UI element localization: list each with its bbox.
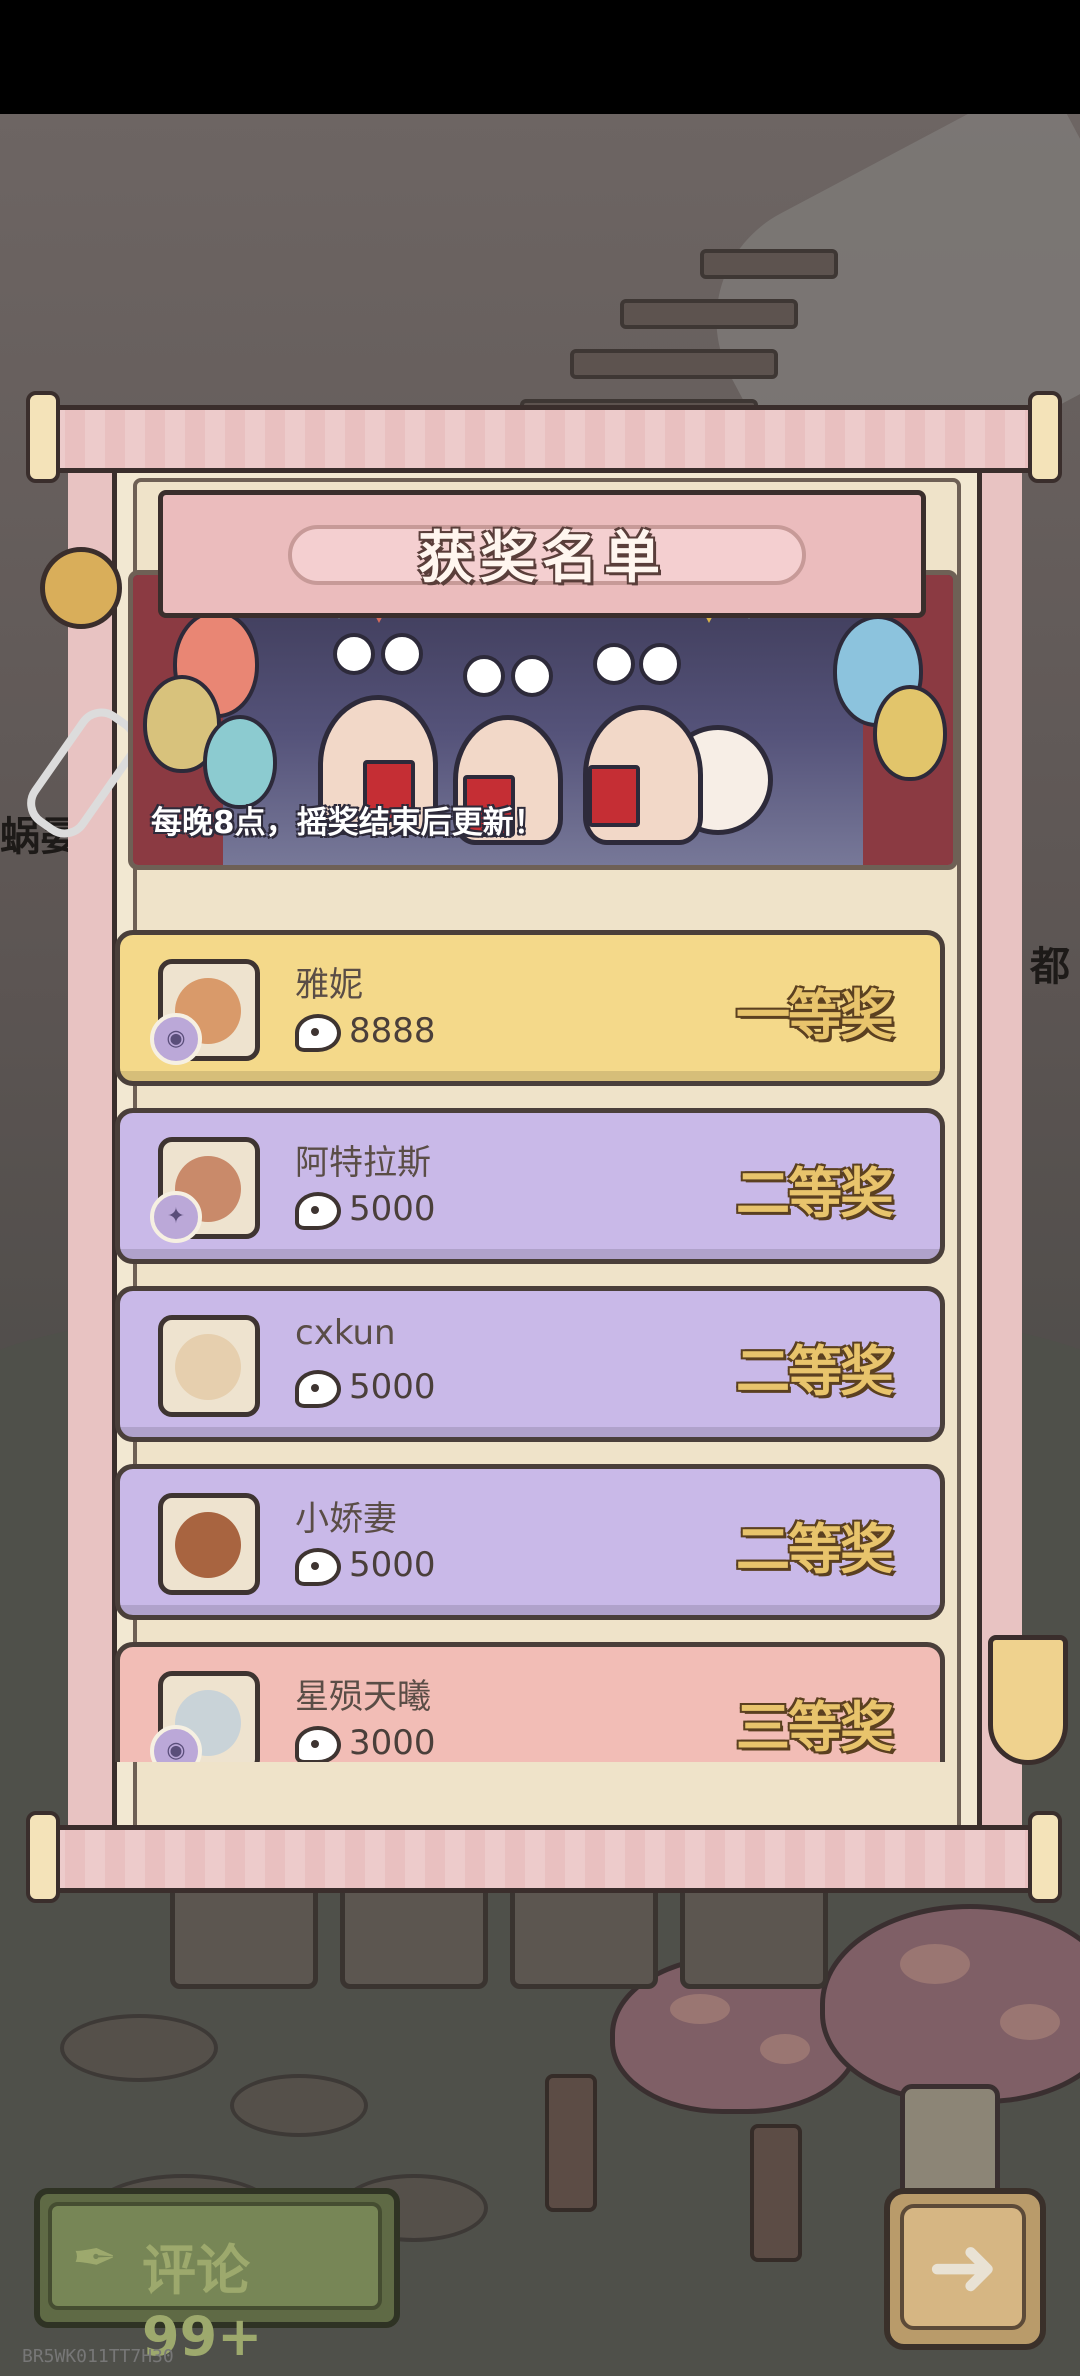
snail-coin-icon <box>295 1725 341 1762</box>
title-board: 获奖名单 <box>158 490 926 618</box>
arrow-right-icon: ➜ <box>900 2204 1026 2330</box>
winner-coins: 8888 <box>349 1011 436 1051</box>
prize-label: 二等奖 <box>736 1162 894 1225</box>
quill-icon: ✒ <box>72 2226 118 2289</box>
avatar[interactable] <box>158 1493 260 1595</box>
background-stone <box>230 2074 368 2137</box>
winner-name: 雅妮 <box>295 965 363 1005</box>
background-stair <box>570 349 778 379</box>
snail-coin-icon <box>295 1369 341 1408</box>
winner-card: 小娇妻 5000 二等奖 <box>115 1464 945 1620</box>
background-post <box>545 2074 597 2212</box>
balloon-icon <box>873 685 947 781</box>
prize-label: 一等奖 <box>736 984 894 1047</box>
winner-card: ◉ 雅妮 8888 一等奖 <box>115 930 945 1086</box>
background-stone <box>60 2014 218 2082</box>
winner-name: 小娇妻 <box>295 1499 397 1539</box>
brush-icon <box>988 1635 1068 1765</box>
eye-badge-icon: ◉ <box>150 1013 202 1065</box>
comment-label: 评论 99+ <box>142 2239 263 2368</box>
winner-name: cxkun <box>295 1313 396 1353</box>
coin-ornament-icon <box>40 547 122 629</box>
build-id: BR5WK011TT7H30 <box>22 2346 174 2367</box>
background-stair <box>620 299 798 329</box>
winner-coins: 5000 <box>349 1189 436 1229</box>
winners-list[interactable]: ◉ 雅妮 8888 一等奖 ✦ 阿特拉斯 5000 二等奖 cxkun 5000… <box>115 930 945 1762</box>
background-stair <box>700 249 838 279</box>
red-envelope-icon <box>588 765 640 827</box>
comment-button[interactable]: ✒ 评论 99+ <box>34 2188 400 2368</box>
snail-coin-icon <box>295 1547 341 1586</box>
winner-coins: 3000 <box>349 1723 436 1762</box>
background-post <box>750 2124 802 2262</box>
winner-coins: 5000 <box>349 1367 436 1407</box>
prize-label: 二等奖 <box>736 1340 894 1403</box>
prize-label: 三等奖 <box>736 1696 894 1759</box>
winner-name: 星殒天曦 <box>295 1677 431 1717</box>
snail-coin-icon <box>295 1191 341 1230</box>
modal-title: 获奖名单 <box>418 526 666 591</box>
winners-scroll-modal: 每晚8点，摇奖结束后更新！ 获奖名单 ◉ 雅妮 8888 一等奖 ✦ 阿特拉斯 … <box>16 391 1068 1903</box>
winner-card: ✦ 阿特拉斯 5000 二等奖 <box>115 1108 945 1264</box>
winner-card: ◉ 星殒天曦 3000 三等奖 <box>115 1642 945 1762</box>
prize-label: 二等奖 <box>736 1518 894 1581</box>
star-badge-icon: ✦ <box>150 1191 202 1243</box>
winner-name: 阿特拉斯 <box>295 1143 431 1183</box>
scroll-top-roll <box>40 405 1050 473</box>
winner-card: cxkun 5000 二等奖 <box>115 1286 945 1442</box>
avatar[interactable] <box>158 1315 260 1417</box>
snail-coin-icon <box>295 1013 341 1052</box>
next-button[interactable]: ➜ <box>884 2188 1046 2350</box>
balloon-icon <box>203 715 277 809</box>
scroll-bottom-roll <box>40 1825 1050 1893</box>
winner-coins: 5000 <box>349 1545 436 1585</box>
status-bar <box>0 0 1080 114</box>
update-notice: 每晚8点，摇奖结束后更新！ <box>151 805 545 841</box>
